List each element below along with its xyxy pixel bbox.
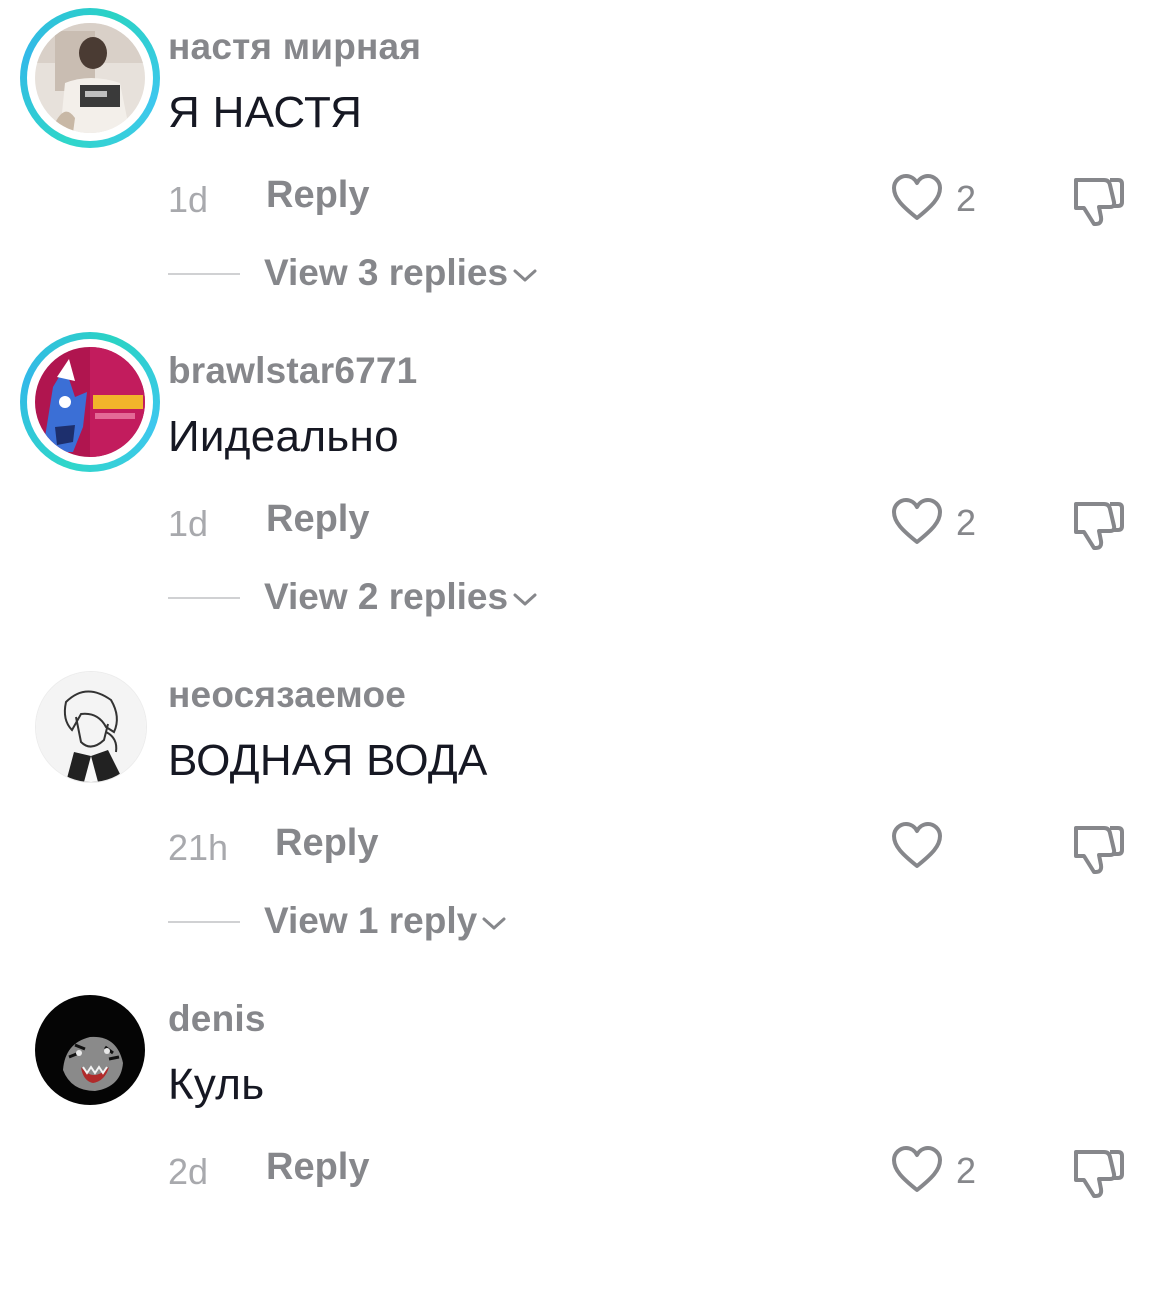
heart-outline-icon	[892, 174, 942, 220]
avatar[interactable]	[35, 347, 145, 457]
comment-item: настя мирная Я НАСТЯ 1d Reply 2 View 3 r…	[0, 0, 1169, 324]
reply-button[interactable]: Reply	[266, 174, 369, 217]
comment-item: brawlstar6771 Иидеально 1d Reply 2 View …	[0, 324, 1169, 648]
like-count: 2	[956, 178, 977, 219]
comment-timestamp: 21h	[168, 827, 229, 868]
comment-text: Я НАСТЯ	[168, 88, 363, 137]
comment-username[interactable]: настя мирная	[168, 26, 421, 68]
view-replies-label: View 3 replies	[264, 252, 509, 293]
replies-divider	[168, 597, 240, 599]
comment-username[interactable]: неосязаемое	[168, 674, 406, 716]
avatar-image-tiger	[35, 995, 145, 1105]
heart-outline-icon	[892, 1146, 942, 1192]
comment-timestamp: 1d	[168, 179, 209, 220]
view-replies-button[interactable]: View 1 reply	[264, 900, 507, 942]
chevron-down-icon	[512, 575, 538, 617]
comment-text: ВОДНАЯ ВОДА	[168, 736, 488, 785]
view-replies-label: View 1 reply	[264, 900, 478, 941]
comment-username[interactable]: denis	[168, 998, 266, 1040]
replies-divider	[168, 921, 240, 923]
reply-button[interactable]: Reply	[275, 822, 378, 865]
heart-outline-icon	[892, 498, 942, 544]
dislike-button[interactable]	[1068, 496, 1128, 552]
thumbs-down-outline-icon	[1074, 502, 1124, 550]
comment-item: denis Куль 2d Reply 2	[0, 972, 1169, 1296]
comment-timestamp: 2d	[168, 1151, 209, 1192]
view-replies-button[interactable]: View 3 replies	[264, 252, 538, 294]
avatar-story-ring[interactable]	[20, 332, 160, 472]
avatar[interactable]	[35, 995, 145, 1105]
avatar-wrapper[interactable]	[20, 656, 160, 796]
comment-item: неосязаемое ВОДНАЯ ВОДА 21h Reply View 1…	[0, 648, 1169, 972]
heart-outline-icon	[892, 822, 942, 868]
reply-button[interactable]: Reply	[266, 1146, 369, 1189]
comment-text: Куль	[168, 1060, 265, 1109]
avatar-image-mirror-selfie	[35, 23, 145, 133]
avatar[interactable]	[35, 23, 145, 133]
dislike-button[interactable]	[1068, 1144, 1128, 1200]
comment-timestamp: 1d	[168, 503, 209, 544]
chevron-down-icon	[481, 899, 507, 941]
thumbs-down-outline-icon	[1074, 826, 1124, 874]
view-replies-label: View 2 replies	[264, 576, 509, 617]
thumbs-down-outline-icon	[1074, 1150, 1124, 1198]
like-count: 2	[956, 1150, 977, 1191]
comment-username[interactable]: brawlstar6771	[168, 350, 417, 392]
avatar[interactable]	[35, 671, 147, 783]
avatar-story-ring[interactable]	[20, 8, 160, 148]
chevron-down-icon	[512, 251, 538, 293]
avatar-image-manga-sketch	[36, 672, 146, 782]
avatar-wrapper[interactable]	[20, 980, 160, 1120]
comment-text: Иидеально	[168, 412, 399, 461]
dislike-button[interactable]	[1068, 820, 1128, 876]
like-count: 2	[956, 502, 977, 543]
avatar-image-game-character	[35, 347, 145, 457]
thumbs-down-outline-icon	[1074, 178, 1124, 226]
dislike-button[interactable]	[1068, 172, 1128, 228]
replies-divider	[168, 273, 240, 275]
view-replies-button[interactable]: View 2 replies	[264, 576, 538, 618]
reply-button[interactable]: Reply	[266, 498, 369, 541]
